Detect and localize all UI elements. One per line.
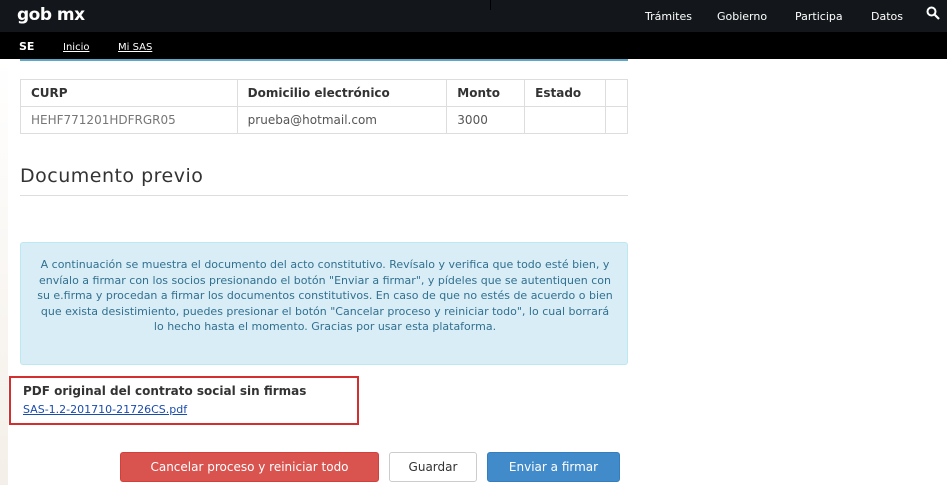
subnav-section: SE xyxy=(19,40,35,53)
column-header-monto: Monto xyxy=(446,79,526,107)
column-header-curp: CURP xyxy=(20,79,238,107)
nav-datos[interactable]: Datos xyxy=(871,10,903,23)
column-header-estado: Estado xyxy=(524,79,607,107)
cell-domicilio: prueba@hotmail.com xyxy=(236,106,448,134)
section-divider xyxy=(20,195,628,196)
table-row: HEHF771201HDFRGR05 prueba@hotmail.com 30… xyxy=(20,106,628,134)
cancel-process-button[interactable]: Cancelar proceso y reiniciar todo xyxy=(120,452,379,482)
cell-curp: HEHF771201HDFRGR05 xyxy=(20,106,238,134)
subnav-link-mi-sas[interactable]: Mi SAS xyxy=(118,42,152,53)
column-header-empty xyxy=(605,79,628,107)
nav-participa[interactable]: Participa xyxy=(795,10,843,23)
info-alert: A continuación se muestra el documento d… xyxy=(20,242,628,365)
cell-monto: 3000 xyxy=(446,106,526,134)
pdf-title: PDF original del contrato social sin fir… xyxy=(23,384,307,398)
column-header-domicilio: Domicilio electrónico xyxy=(236,79,448,107)
nav-gobierno[interactable]: Gobierno xyxy=(717,10,767,23)
nav-tramites[interactable]: Trámites xyxy=(645,10,692,23)
search-icon[interactable] xyxy=(926,6,940,20)
send-to-sign-button[interactable]: Enviar a firmar xyxy=(487,452,620,482)
text-cursor xyxy=(490,0,491,10)
gobmx-logo[interactable]: gob mx xyxy=(17,5,85,25)
background-pattern xyxy=(0,59,8,485)
cell-empty xyxy=(605,106,628,134)
pdf-download-link[interactable]: SAS-1.2-201710-21726CS.pdf xyxy=(23,403,187,416)
section-title: Documento previo xyxy=(20,165,204,187)
save-button[interactable]: Guardar xyxy=(389,452,477,482)
pdf-highlight-box: PDF original del contrato social sin fir… xyxy=(9,376,359,425)
subnav-link-inicio[interactable]: Inicio xyxy=(63,42,89,53)
info-alert-text: A continuación se muestra el documento d… xyxy=(37,258,613,333)
panel-top-border xyxy=(20,59,628,61)
partners-table: CURP Domicilio electrónico Monto Estado … xyxy=(20,79,628,134)
table-header-row: CURP Domicilio electrónico Monto Estado xyxy=(20,79,628,107)
cell-estado xyxy=(524,106,607,134)
